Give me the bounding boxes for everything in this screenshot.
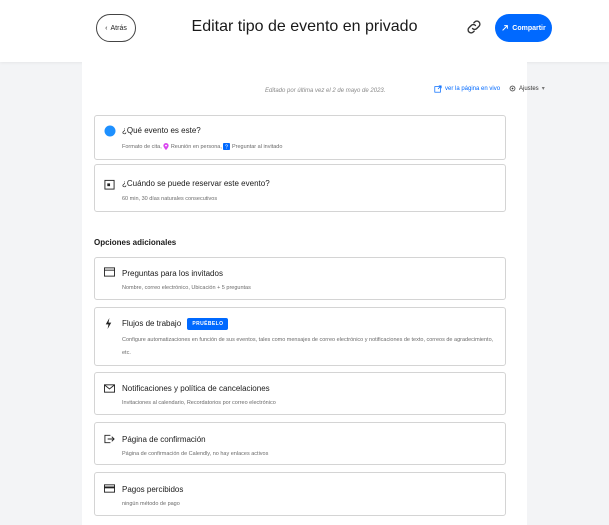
settings-dropdown[interactable]: Ajustes ▾ [509,85,545,92]
card-payments[interactable]: Pagos percibidos ningún método de pago [94,472,506,516]
share-icon [502,25,509,31]
view-live-page-label: ver la página en vivo [445,86,501,92]
meta-row: Editado por última vez el 2 de mayo de 2… [82,84,545,98]
additional-options-heading: Opciones adicionales [94,238,177,247]
card-notifications[interactable]: Notificaciones y política de cancelacion… [94,372,506,415]
location-pin-icon [163,143,169,151]
question-icon: ? [223,143,231,151]
card-invitee-questions-sub: Nombre, correo electrónico, Ubicación + … [122,285,251,291]
envelope-icon [104,384,115,393]
share-label: Compartir [512,24,546,32]
last-edited-text: Editado por última vez el 2 de mayo de 2… [265,88,386,94]
svg-text:?: ? [225,145,228,150]
card-payments-sub: ningún método de pago [122,501,180,507]
card-notifications-sub: Invitaciones al calendario, Recordatorio… [122,400,276,406]
card-confirmation-page-sub: Página de confirmación de Calendly, no h… [122,451,269,457]
event-color-dot-icon [104,125,116,137]
settings-label: Ajustes [519,85,539,92]
top-header: ‹ Atrás Editar tipo de evento en privado… [0,0,609,62]
link-icon[interactable] [465,18,483,36]
card-invitee-questions[interactable]: Preguntas para los invitados Nombre, cor… [94,257,506,300]
list-icon [104,267,115,277]
ask-invitee-text: Preguntar al invitado [231,144,283,150]
external-link-icon [434,85,442,93]
view-live-page-link[interactable]: ver la página en vivo [434,85,500,93]
event-editor-panel: Editado por última vez el 2 de mayo de 2… [82,62,545,525]
workflows-label: Flujos de trabajo [122,319,182,329]
card-confirmation-page[interactable]: Página de confirmación Página de confirm… [94,422,506,465]
share-button[interactable]: Compartir [495,14,552,42]
bolt-icon [105,318,112,329]
card-notifications-title: Notificaciones y política de cancelacion… [122,384,270,393]
credit-card-icon [104,484,115,493]
chevron-down-icon: ▾ [541,86,545,92]
gear-icon [509,85,516,92]
card-when-bookable-title: ¿Cuándo se puede reservar este evento? [122,179,270,188]
card-what-event-sub: Formato de cita, Reunión en persona, ? P… [122,141,282,154]
card-payments-title: Pagos percibidos [122,485,184,494]
calendar-icon [104,179,115,190]
event-format-text: Formato de cita, [122,144,162,150]
card-workflows-sub: Configure automatizaciones en función de… [122,337,494,356]
in-person-meeting-text: Reunión en persona, [170,144,222,150]
card-confirmation-page-title: Página de confirmación [122,435,206,444]
card-workflows[interactable]: Flujos de trabajo PRUÉBELO Configure aut… [94,307,506,366]
redirect-icon [104,434,115,444]
card-what-event-title: ¿Qué evento es este? [122,126,201,135]
card-workflows-title: Flujos de trabajo PRUÉBELO [122,318,229,330]
card-when-bookable[interactable]: ¿Cuándo se puede reservar este evento? 6… [94,164,506,212]
card-invitee-questions-title: Preguntas para los invitados [122,269,223,278]
card-what-event[interactable]: ¿Qué evento es este? Formato de cita, Re… [94,115,506,160]
card-when-bookable-sub: 60 min, 30 días naturales consecutivos [122,196,218,202]
try-it-badge[interactable]: PRUÉBELO [187,318,229,330]
